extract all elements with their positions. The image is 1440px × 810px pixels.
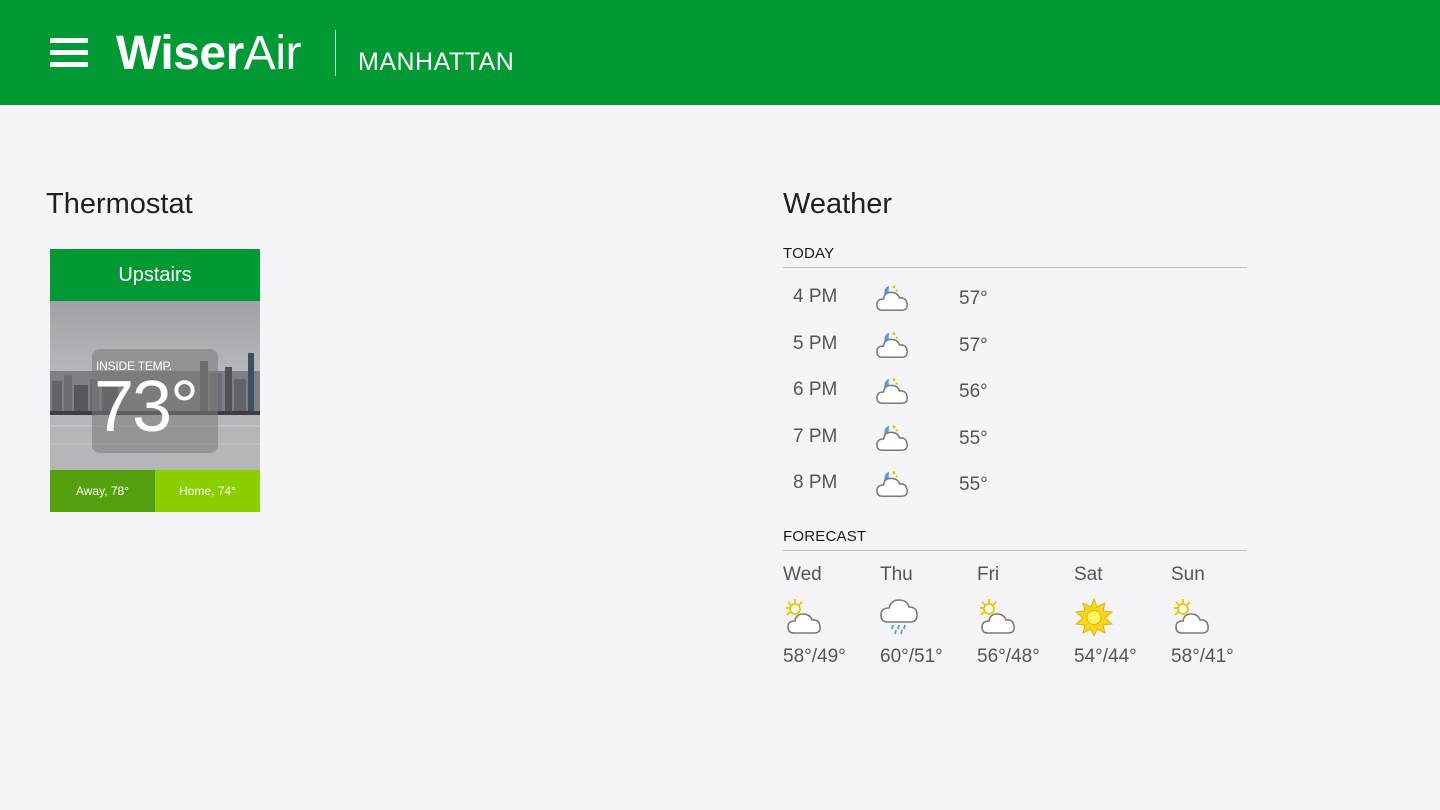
menu-bar <box>50 38 88 43</box>
hourly-row: 4 PM 57° <box>793 282 1093 318</box>
inside-temp-panel: INSIDE TEMP. 73° <box>92 349 218 453</box>
night-partly-cloudy-icon <box>875 375 909 407</box>
today-heading: TODAY <box>783 245 1247 268</box>
hour-time: 7 PM <box>793 425 838 447</box>
hour-temp: 56° <box>959 381 988 402</box>
hour-time: 4 PM <box>793 286 838 307</box>
forecast-day-name: Wed <box>783 564 822 585</box>
hour-temp: 57° <box>959 334 988 356</box>
forecast-day-temp: 58°/49° <box>783 646 846 667</box>
forecast-day-name: Fri <box>977 564 1000 585</box>
night-partly-cloudy-icon <box>875 468 909 500</box>
forecast-day-name: Thu <box>880 564 913 585</box>
forecast-day: Wed 58°/49° <box>783 564 873 674</box>
hourly-row: 8 PM 55° <box>793 468 1093 504</box>
night-partly-cloudy-icon <box>875 422 909 454</box>
forecast-day-temp: 58°/41° <box>1171 646 1234 667</box>
home-mode-button[interactable]: Home, 74° <box>155 470 260 512</box>
app-header: WiserAir MANHATTAN <box>0 0 1440 105</box>
partly-sunny-icon <box>977 598 1017 636</box>
hamburger-menu-icon[interactable] <box>50 38 88 68</box>
night-partly-cloudy-icon <box>875 329 909 361</box>
hourly-row: 5 PM 57° <box>793 329 1093 365</box>
location-name[interactable]: MANHATTAN <box>358 48 514 76</box>
hourly-row: 6 PM 56° <box>793 375 1093 411</box>
away-mode-button[interactable]: Away, 78° <box>50 470 155 512</box>
night-partly-cloudy-icon <box>875 282 909 314</box>
weather-title: Weather <box>783 188 893 220</box>
logo-bold-text: Wiser <box>116 27 244 80</box>
hour-temp: 55° <box>959 474 988 495</box>
thermostat-title: Thermostat <box>46 188 193 220</box>
city-skyline-photo: INSIDE TEMP. 73° <box>50 301 260 470</box>
forecast-day-name: Sat <box>1074 564 1103 585</box>
hourly-row: 7 PM 55° <box>793 422 1093 458</box>
forecast-day: Thu 60°/51° <box>880 564 970 674</box>
forecast-day-temp: 60°/51° <box>880 646 943 667</box>
forecast-day: Fri 56°/48° <box>977 564 1067 674</box>
logo-light-text: Air <box>243 27 302 80</box>
header-divider <box>335 30 336 76</box>
forecast-day-temp: 54°/44° <box>1074 646 1137 667</box>
hour-time: 5 PM <box>793 332 838 354</box>
menu-bar <box>50 50 88 55</box>
inside-temp-value: 73° <box>94 367 199 447</box>
forecast-day: Sun 58°/41° <box>1171 564 1261 674</box>
thermostat-tile[interactable]: Upstairs INSIDE TEMP. 73° Away, 78° Home… <box>50 249 260 512</box>
partly-sunny-icon <box>783 598 823 636</box>
hour-temp: 55° <box>959 427 988 449</box>
forecast-heading: FORECAST <box>783 528 1247 551</box>
partly-sunny-icon <box>1171 598 1211 636</box>
forecast-day-name: Sun <box>1171 564 1205 585</box>
hour-time: 6 PM <box>793 379 838 400</box>
hour-time: 8 PM <box>793 472 838 493</box>
hour-temp: 57° <box>959 288 988 309</box>
rain-cloud-icon <box>880 598 920 636</box>
forecast-day: Sat 54°/44° <box>1074 564 1164 674</box>
app-logo: WiserAir <box>116 26 301 82</box>
sunny-icon <box>1074 597 1114 638</box>
menu-bar <box>50 62 88 67</box>
forecast-day-temp: 56°/48° <box>977 646 1040 667</box>
thermostat-name: Upstairs <box>50 249 260 301</box>
